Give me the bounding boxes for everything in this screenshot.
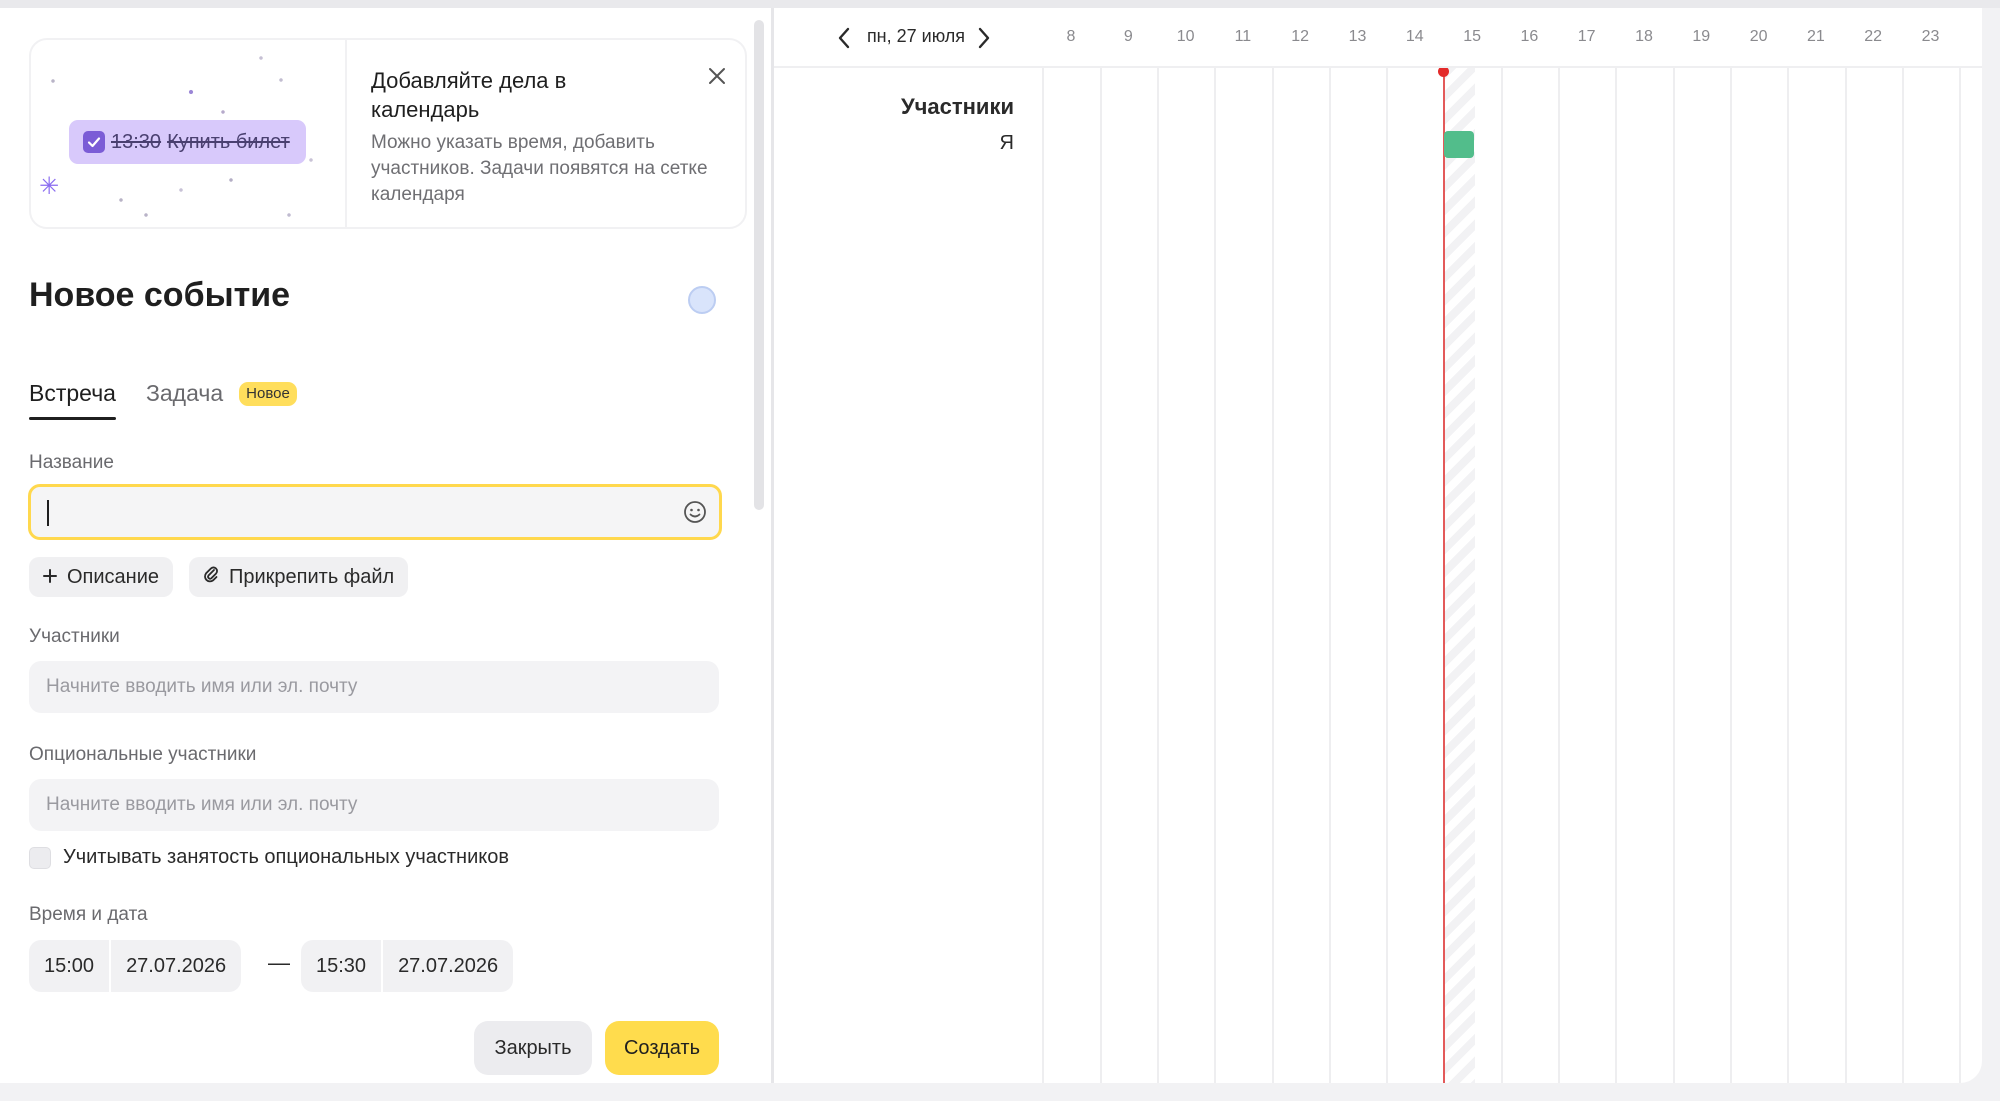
hour-label: 17: [1577, 28, 1596, 45]
add-description-button[interactable]: Описание: [29, 557, 174, 597]
end-date-field[interactable]: 27.07.2026: [381, 940, 513, 992]
promo-title: Добавляйте дела в календарь: [371, 68, 567, 122]
hour-gridline: [1042, 66, 1045, 1083]
checkbox-icon: [83, 131, 105, 153]
hour-gridline: [1328, 66, 1331, 1083]
hour-gridline: [1729, 66, 1732, 1083]
promo-illustration: 13:30 Купить билет ✳: [31, 40, 347, 227]
datetime-label: Время и дата: [29, 904, 148, 925]
hour-gridline: [1844, 66, 1847, 1083]
promo-banner: 13:30 Купить билет ✳ Добавляйте дела в к…: [29, 38, 747, 229]
event-form-panel: 13:30 Купить билет ✳ Добавляйте дела в к…: [0, 8, 770, 1083]
hour-gridline: [1271, 66, 1274, 1083]
attach-file-button[interactable]: Прикрепить файл: [189, 557, 409, 597]
hour-label: 9: [1123, 28, 1133, 45]
hour-label: 23: [1921, 28, 1940, 45]
selected-slot: [1445, 68, 1475, 1083]
optional-participants-label: Опциональные участники: [29, 744, 257, 765]
hour-label: 16: [1520, 28, 1539, 45]
hour-label: 13: [1348, 28, 1367, 45]
participants-input[interactable]: Начните вводить имя или эл. почту: [29, 661, 719, 713]
consider-optional-checkbox[interactable]: [29, 846, 51, 869]
start-datetime: 15:00 27.07.2026: [29, 940, 242, 992]
hour-label: 19: [1692, 28, 1711, 45]
name-input[interactable]: [28, 484, 722, 540]
availability-timeline: пн, 27 июля 8 9 10 11 12 13 14 15 16 17 18 19 20 21 22…: [774, 8, 1982, 1083]
add-description-label: Описание: [67, 565, 160, 588]
hour-gridline: [1214, 66, 1217, 1083]
range-dash: —: [268, 950, 290, 975]
paperclip-icon: [203, 565, 219, 589]
end-time-field[interactable]: 15:30: [301, 940, 381, 992]
optional-participants-placeholder: Начните вводить имя или эл. почту: [46, 794, 358, 815]
participants-label: Участники: [29, 626, 120, 647]
name-label: Название: [29, 452, 114, 473]
hour-gridline: [1901, 66, 1904, 1083]
promo-chip-text: Купить билет: [167, 130, 290, 153]
hour-label: 12: [1291, 28, 1310, 45]
hour-gridline: [1672, 66, 1675, 1083]
consider-optional-row: Учитывать занятость опциональных участни…: [29, 846, 509, 869]
top-strip: [0, 0, 2000, 8]
hour-gridline: [1099, 66, 1102, 1083]
hour-gridline: [1558, 66, 1561, 1083]
text-caret: [47, 500, 49, 526]
sparkle-icon: ✳: [39, 173, 60, 200]
busy-event-block[interactable]: [1444, 131, 1474, 158]
scrollbar[interactable]: [754, 20, 764, 510]
current-time-line: [1443, 70, 1445, 1083]
create-button[interactable]: Создать: [605, 1021, 719, 1075]
start-time-field[interactable]: 15:00: [29, 940, 109, 992]
attach-file-label: Прикрепить файл: [229, 565, 395, 588]
hour-gridline: [1615, 66, 1618, 1083]
hour-label: 11: [1234, 28, 1252, 45]
close-button[interactable]: Закрыть: [474, 1021, 592, 1075]
close-icon[interactable]: [701, 60, 733, 92]
hour-gridline: [1500, 66, 1503, 1083]
participants-heading: Участники: [900, 94, 1014, 119]
page-title: Новое событие: [29, 276, 291, 314]
participant-me: Я: [999, 132, 1014, 154]
hour-label: 14: [1405, 28, 1424, 45]
timeline-header: пн, 27 июля 8 9 10 11 12 13 14 15 16 17 18 19 20 21 22…: [774, 8, 1982, 68]
plus-icon: [43, 566, 57, 589]
hour-gridline: [1959, 66, 1962, 1083]
participants-placeholder: Начните вводить имя или эл. почту: [46, 676, 358, 697]
hour-gridline: [1156, 66, 1159, 1083]
hour-label: 21: [1806, 28, 1825, 45]
hour-label: 20: [1749, 28, 1768, 45]
hour-label: 8: [1066, 28, 1076, 45]
optional-participants-input[interactable]: Начните вводить имя или эл. почту: [29, 779, 719, 831]
new-badge: Новое: [239, 382, 297, 406]
consider-optional-label: Учитывать занятость опциональных участни…: [63, 846, 509, 868]
hour-label: 10: [1176, 28, 1195, 45]
hour-label: 15: [1463, 28, 1481, 45]
hour-label: 18: [1635, 28, 1653, 45]
tab-meeting[interactable]: Встреча: [29, 376, 116, 420]
promo-chip-time: 13:30: [111, 130, 162, 153]
chevron-right-icon[interactable]: [972, 26, 996, 50]
hour-label: 22: [1864, 28, 1883, 45]
current-date[interactable]: пн, 27 июля: [856, 26, 976, 47]
event-color-picker[interactable]: [688, 286, 716, 314]
hour-gridline: [1386, 66, 1389, 1083]
tab-task[interactable]: Задача: [146, 376, 223, 420]
hour-gridline: [1787, 66, 1790, 1083]
emoji-icon[interactable]: [683, 500, 707, 529]
promo-text: Можно указать время, добавить участников…: [371, 132, 708, 205]
event-type-tabs: Встреча Задача Новое: [29, 376, 297, 420]
start-date-field[interactable]: 27.07.2026: [109, 940, 241, 992]
promo-task-chip: 13:30 Купить билет: [69, 120, 306, 164]
chevron-left-icon[interactable]: [832, 26, 856, 50]
end-datetime: 15:30 27.07.2026: [301, 940, 514, 992]
